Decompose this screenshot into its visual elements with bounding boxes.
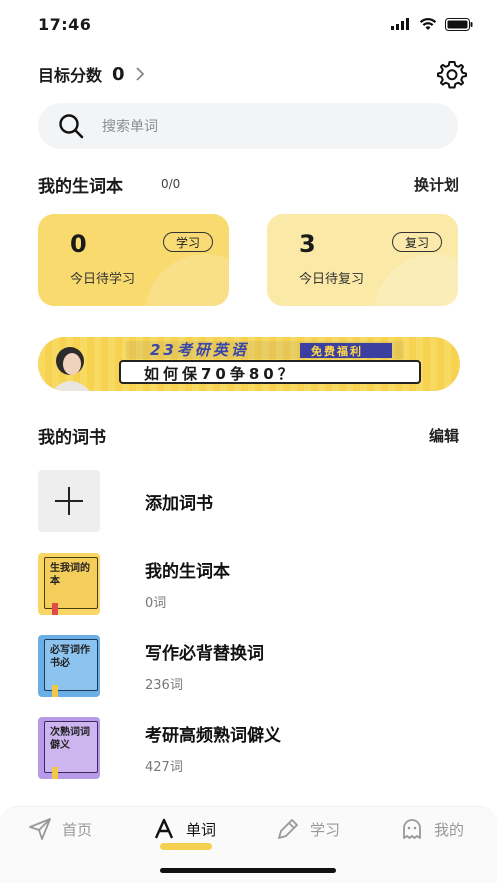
banner-headline: 23考研英语	[150, 341, 249, 359]
home-indicator	[160, 868, 336, 873]
review-button[interactable]: 复习	[391, 232, 442, 252]
bookmark-icon	[52, 767, 58, 779]
book-item[interactable]: 次熟词词僻义 考研高频熟词僻义 427词	[38, 716, 459, 780]
add-book-row[interactable]: 添加词书	[38, 469, 459, 533]
plus-icon	[55, 487, 83, 515]
book-cover-text: 必写词作书必	[50, 645, 90, 669]
banner-subline: 如何保70争80？	[144, 365, 297, 383]
wordbook-progress-count: 0/0	[161, 177, 181, 191]
books-section-title: 我的词书	[38, 427, 106, 448]
book-cover-text: 生我词的本	[50, 563, 90, 587]
book-cover: 生我词的本	[38, 553, 100, 615]
bookmark-icon	[52, 685, 58, 697]
search-icon	[59, 114, 84, 139]
tab-me[interactable]: 我的	[400, 817, 464, 841]
card-today-review[interactable]: 3 今日待复习 复习	[267, 214, 458, 306]
card-review-number: 3	[299, 230, 316, 258]
card-decoration	[145, 254, 229, 306]
tab-home-label: 首页	[62, 820, 93, 839]
letter-a-icon	[154, 818, 174, 839]
book-title: 我的生词本	[145, 562, 230, 582]
chevron-right-icon	[135, 67, 144, 81]
card-learn-label: 今日待学习	[70, 272, 136, 287]
target-score-button[interactable]: 目标分数 0	[38, 62, 145, 86]
book-title: 写作必背替换词	[145, 644, 264, 664]
books-section-header: 我的词书 编辑	[38, 423, 459, 448]
tab-study-label: 学习	[310, 820, 341, 839]
status-bar: 17:46	[0, 0, 497, 48]
wordbook-section-header: 我的生词本 0/0 换计划	[38, 172, 459, 197]
book-cover: 次熟词词僻义	[38, 717, 100, 779]
add-book-cover[interactable]	[38, 470, 100, 532]
book-word-count: 236词	[145, 678, 183, 693]
status-icons	[391, 17, 473, 31]
target-score-label: 目标分数	[38, 66, 103, 85]
card-review-label: 今日待复习	[299, 272, 365, 287]
settings-gear-icon[interactable]	[437, 59, 467, 89]
search-placeholder: 搜索单词	[102, 119, 158, 135]
active-tab-indicator	[160, 843, 212, 850]
learn-button[interactable]: 学习	[162, 232, 213, 252]
tab-words[interactable]: 单词	[152, 817, 216, 841]
wifi-icon	[419, 17, 437, 30]
banner-tag: 免费福利	[311, 345, 363, 358]
book-cover-text: 次熟词词僻义	[50, 727, 90, 751]
change-plan-link[interactable]: 换计划	[414, 174, 459, 195]
card-learn-number: 0	[70, 230, 87, 258]
tab-words-label: 单词	[186, 820, 217, 839]
header-row: 目标分数 0	[38, 56, 467, 92]
battery-icon	[445, 17, 473, 31]
wordbook-section-title: 我的生词本	[38, 176, 123, 197]
status-time: 17:46	[38, 14, 92, 34]
promo-banner[interactable]: 23考研英语 免费福利 如何保70争80？	[38, 337, 460, 391]
tab-me-label: 我的	[434, 820, 465, 839]
add-book-label: 添加词书	[145, 493, 213, 514]
card-today-learn[interactable]: 0 今日待学习 学习	[38, 214, 229, 306]
bookmark-icon	[52, 603, 58, 615]
book-word-count: 0词	[145, 596, 167, 611]
edit-books-link[interactable]: 编辑	[429, 425, 459, 446]
search-bar[interactable]: 搜索单词	[38, 103, 458, 149]
book-item[interactable]: 生我词的本 我的生词本 0词	[38, 552, 459, 616]
paper-plane-icon	[29, 818, 51, 840]
book-item[interactable]: 必写词作书必 写作必背替换词 236词	[38, 634, 459, 698]
book-title: 考研高频熟词僻义	[145, 726, 281, 746]
tab-study[interactable]: 学习	[276, 817, 340, 841]
target-score-value: 0	[112, 63, 125, 85]
ghost-icon	[403, 819, 421, 839]
book-word-count: 427词	[145, 760, 183, 775]
cellular-signal-icon	[391, 18, 409, 30]
card-decoration	[374, 254, 458, 306]
pen-icon	[278, 819, 298, 839]
book-cover: 必写词作书必	[38, 635, 100, 697]
tab-home[interactable]: 首页	[28, 817, 92, 841]
